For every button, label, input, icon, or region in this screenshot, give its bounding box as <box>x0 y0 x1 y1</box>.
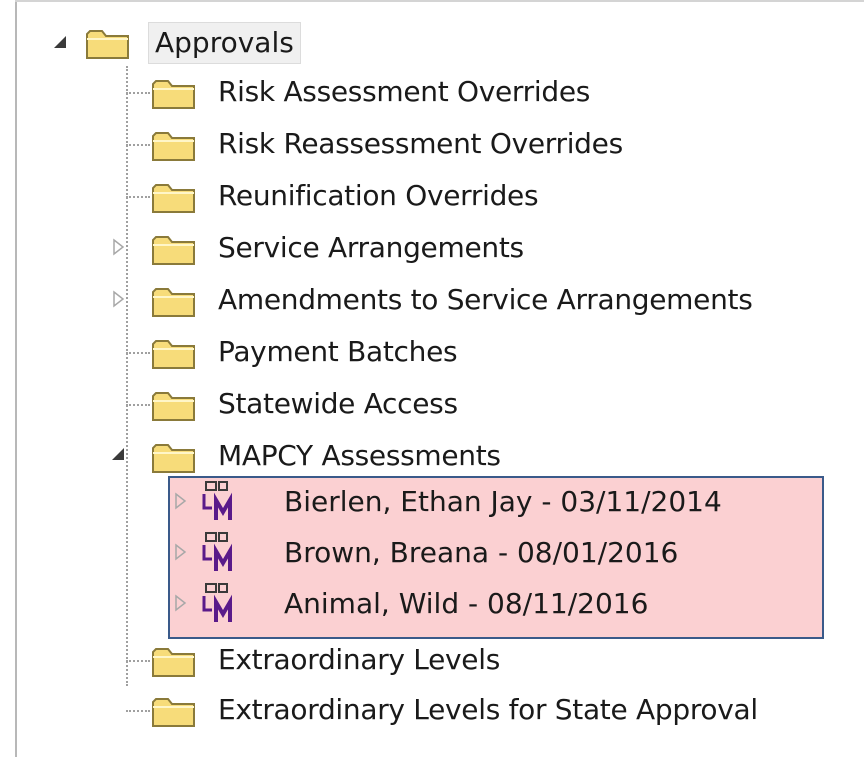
collapsed-triangle-icon <box>175 543 187 561</box>
tree-node-label: Amendments to Service Arrangements <box>218 283 753 316</box>
expanded-triangle-icon <box>54 36 66 48</box>
tree-node-assessment-bierlen[interactable]: Bierlen, Ethan Jay - 03/11/2014 <box>170 481 820 526</box>
expand-toggle[interactable] <box>174 492 190 510</box>
tree-node-label: Risk Assessment Overrides <box>218 75 591 108</box>
tree-node-service-arrangements[interactable]: Service Arrangements <box>110 228 630 272</box>
folder-icon <box>152 80 195 109</box>
tree-node-label: Service Arrangements <box>218 231 524 264</box>
folder-icon <box>152 236 195 265</box>
expand-toggle[interactable] <box>112 448 128 464</box>
tree-node-label: Bierlen, Ethan Jay - 03/11/2014 <box>284 485 722 518</box>
tree-node-approvals[interactable]: Approvals <box>44 22 364 66</box>
tree-node-reunification-overrides[interactable]: Reunification Overrides <box>110 176 630 220</box>
collapsed-triangle-icon <box>113 290 125 308</box>
folder-icon <box>152 184 195 213</box>
tree-node-label: Risk Reassessment Overrides <box>218 127 623 160</box>
folder-icon <box>152 648 195 677</box>
tree-node-label: Reunification Overrides <box>218 179 539 212</box>
tree-node-label: MAPCY Assessments <box>218 439 501 472</box>
tree-node-label: Animal, Wild - 08/11/2016 <box>284 587 649 620</box>
tree-node-extraordinary-levels-state-approval[interactable]: Extraordinary Levels for State Approval <box>110 690 860 734</box>
lm-assessment-icon <box>202 481 232 520</box>
folder-icon <box>152 392 195 421</box>
tree-node-mapcy-assessments[interactable]: MAPCY Assessments <box>110 436 630 480</box>
expand-toggle[interactable] <box>112 238 128 256</box>
tree-node-statewide-access[interactable]: Statewide Access <box>110 384 570 428</box>
folder-icon <box>152 340 195 369</box>
expanded-triangle-icon <box>112 448 124 460</box>
tree-node-assessment-animal[interactable]: Animal, Wild - 08/11/2016 <box>170 583 820 628</box>
lm-assessment-icon <box>202 583 232 622</box>
expand-toggle[interactable] <box>174 543 190 561</box>
tree-node-label: Extraordinary Levels <box>218 643 500 676</box>
folder-icon <box>152 288 195 317</box>
expand-toggle[interactable] <box>54 36 70 52</box>
panel-left-border <box>15 0 17 757</box>
tree-node-label: Approvals <box>148 22 301 64</box>
folder-icon <box>152 132 195 161</box>
tree-node-assessment-brown[interactable]: Brown, Breana - 08/01/2016 <box>170 532 820 577</box>
expand-toggle[interactable] <box>112 290 128 308</box>
folder-icon <box>152 698 195 727</box>
tree-node-risk-reassessment-overrides[interactable]: Risk Reassessment Overrides <box>110 124 710 168</box>
collapsed-triangle-icon <box>175 594 187 612</box>
tree-node-label: Statewide Access <box>218 387 458 420</box>
tree-node-label: Extraordinary Levels for State Approval <box>218 693 758 726</box>
tree-node-risk-assessment-overrides[interactable]: Risk Assessment Overrides <box>110 72 670 116</box>
tree-node-label: Payment Batches <box>218 335 458 368</box>
collapsed-triangle-icon <box>113 238 125 256</box>
folder-icon <box>152 444 195 473</box>
panel-top-border <box>15 0 864 2</box>
tree-node-payment-batches[interactable]: Payment Batches <box>110 332 570 376</box>
lm-assessment-icon <box>202 532 232 571</box>
tree-node-amendments-to-service-arrangements[interactable]: Amendments to Service Arrangements <box>110 280 840 324</box>
collapsed-triangle-icon <box>175 492 187 510</box>
tree-node-extraordinary-levels[interactable]: Extraordinary Levels <box>110 640 630 684</box>
expand-toggle[interactable] <box>174 594 190 612</box>
folder-icon <box>86 30 129 59</box>
tree-node-label: Brown, Breana - 08/01/2016 <box>284 536 679 569</box>
